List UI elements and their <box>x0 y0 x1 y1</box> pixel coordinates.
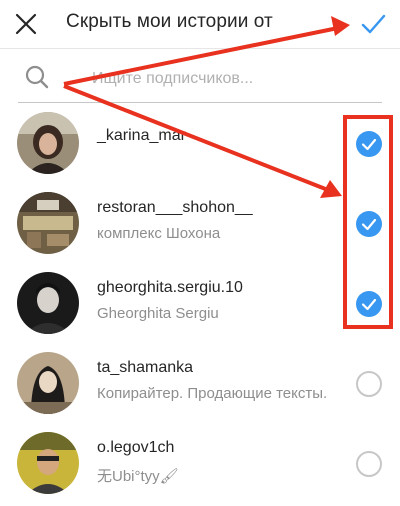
follower-username: ta_shamanka <box>97 359 194 376</box>
list-item[interactable]: ta_shamanka Копирайтер. Продающие тексты… <box>0 344 400 422</box>
avatar <box>17 112 79 174</box>
close-icon <box>15 13 37 35</box>
search-bar <box>18 56 382 103</box>
list-item[interactable]: _karina_mar <box>0 104 400 182</box>
search-input[interactable] <box>90 67 374 91</box>
list-item[interactable]: gheorghita.sergiu.10 Gheorghita Sergiu <box>0 264 400 342</box>
follower-name: ⽆Ubi°tyy🖌 <box>97 468 179 485</box>
select-checkbox[interactable] <box>356 291 382 317</box>
top-bar: Скрыть мои истории от <box>0 0 400 49</box>
follower-username: _karina_mar <box>97 127 186 144</box>
select-checkbox[interactable] <box>356 131 382 157</box>
checkmark-icon <box>361 14 386 34</box>
select-checkbox[interactable] <box>356 211 382 237</box>
page-title: Скрыть мои истории от <box>66 11 273 32</box>
avatar <box>17 352 79 414</box>
follower-name: комплекс Шохона <box>97 225 221 242</box>
avatar <box>17 432 79 494</box>
done-button[interactable] <box>358 9 388 39</box>
follower-username: o.legov1ch <box>97 439 175 456</box>
checkmark-icon <box>361 138 377 151</box>
search-icon <box>25 65 49 89</box>
checkmark-icon <box>361 298 377 311</box>
follower-username: restoran___shohon__ <box>97 199 253 216</box>
follower-name: Gheorghita Sergiu <box>97 305 219 322</box>
list-item[interactable]: restoran___shohon__ комплекс Шохона <box>0 184 400 262</box>
select-checkbox[interactable] <box>356 371 382 397</box>
follower-username: gheorghita.sergiu.10 <box>97 279 243 296</box>
list-item[interactable]: o.legov1ch ⽆Ubi°tyy🖌 <box>0 424 400 502</box>
select-checkbox[interactable] <box>356 451 382 477</box>
checkmark-icon <box>361 218 377 231</box>
close-button[interactable] <box>12 10 40 38</box>
avatar <box>17 272 79 334</box>
follower-name: Копирайтер. Продающие тексты. <box>97 385 328 402</box>
avatar <box>17 192 79 254</box>
